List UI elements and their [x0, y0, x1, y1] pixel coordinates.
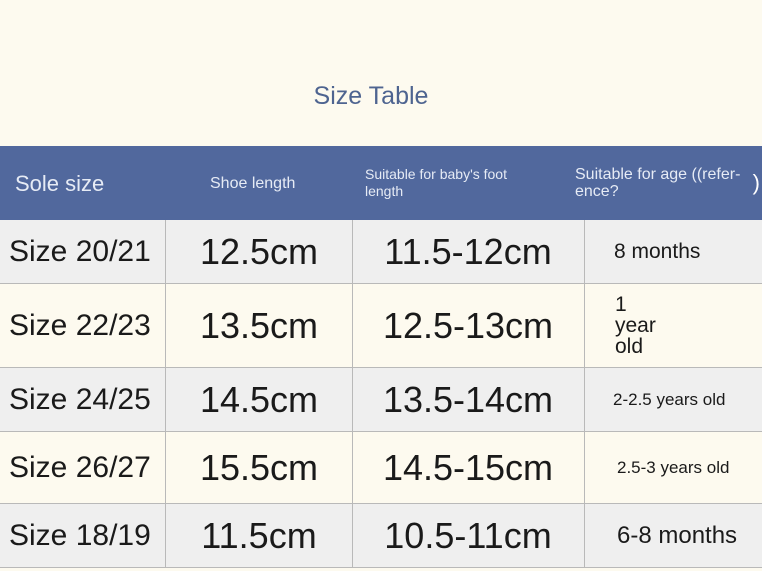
cell-shoe-length: 14.5cm	[166, 368, 353, 431]
table-row: Size 24/25 14.5cm 13.5-14cm 2-2.5 years …	[0, 368, 762, 432]
cell-size: Size 18/19	[0, 504, 166, 567]
header-age: Suitable for age ((refer-ence?	[575, 166, 741, 200]
size-table: Sole size Shoe length Suitable for baby'…	[0, 146, 762, 568]
page-title: Size Table	[313, 82, 429, 110]
cell-age: 2-2.5 years old	[613, 390, 726, 409]
cell-size: Size 26/27	[0, 432, 166, 503]
header-age-trailing: )	[752, 170, 760, 195]
table-row: Size 22/23 13.5cm 12.5-13cm 1 year old	[0, 284, 762, 368]
cell-age: 8 months	[614, 240, 701, 263]
cell-age: 2.5-3 years old	[617, 458, 730, 477]
cell-size: Size 22/23	[0, 284, 166, 367]
table-row: Size 20/21 12.5cm 11.5-12cm 8 months	[0, 220, 762, 284]
header-shoe-length: Shoe length	[210, 174, 296, 192]
cell-shoe-length: 12.5cm	[166, 220, 353, 283]
header-sole-size: Sole size	[15, 170, 105, 196]
cell-size: Size 24/25	[0, 368, 166, 431]
table-row: Size 26/27 15.5cm 14.5-15cm 2.5-3 years …	[0, 432, 762, 504]
cell-foot-length: 10.5-11cm	[352, 504, 585, 567]
cell-size: Size 20/21	[0, 220, 166, 283]
cell-age: 1 year old	[615, 293, 656, 358]
header-foot-length: Suitable for baby's foot length	[365, 166, 507, 199]
cell-shoe-length: 11.5cm	[166, 504, 353, 567]
cell-foot-length: 12.5-13cm	[352, 284, 585, 367]
cell-foot-length: 11.5-12cm	[352, 220, 585, 283]
cell-foot-length: 14.5-15cm	[352, 432, 585, 503]
cell-shoe-length: 13.5cm	[166, 284, 353, 367]
cell-shoe-length: 15.5cm	[166, 432, 353, 503]
table-header: Sole size Shoe length Suitable for baby'…	[0, 146, 762, 220]
cell-foot-length: 13.5-14cm	[352, 368, 585, 431]
table-row: Size 18/19 11.5cm 10.5-11cm 6-8 months	[0, 504, 762, 568]
cell-age: 6-8 months	[617, 522, 738, 549]
